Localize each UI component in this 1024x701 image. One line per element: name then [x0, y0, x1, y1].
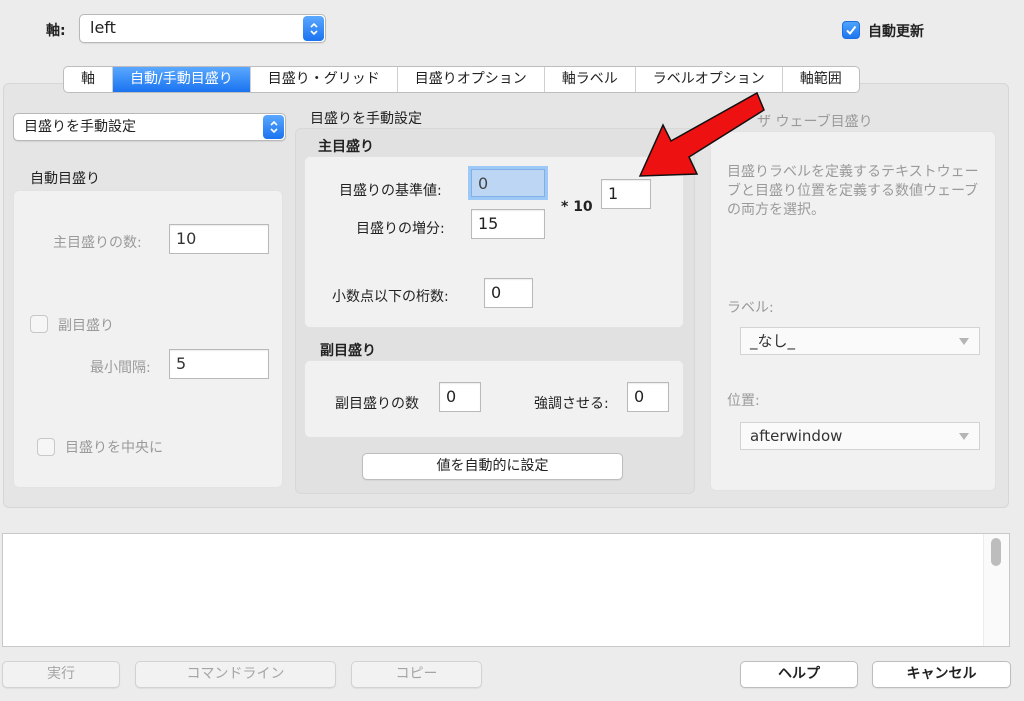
tick-increment-label: 目盛りの増分:: [356, 221, 445, 237]
minor-ticks-checkbox[interactable]: [30, 315, 48, 333]
tick-mode-select[interactable]: 目盛りを手動設定: [13, 113, 286, 141]
axis-select[interactable]: left: [79, 14, 326, 43]
wave-position-select[interactable]: afterwindow: [740, 422, 980, 450]
tab-axis[interactable]: 軸: [64, 67, 113, 92]
auto-update-label: 自動更新: [868, 24, 924, 40]
minor-count-input[interactable]: 0: [439, 382, 481, 412]
center-ticks-label: 目盛りを中央に: [65, 440, 163, 456]
wave-label-label: ラベル:: [727, 300, 774, 316]
command-textarea[interactable]: [2, 533, 1010, 647]
minor-ticks-label: 副目盛り: [58, 318, 114, 334]
annotation-arrow-icon: [638, 91, 765, 177]
minor-ticks-group-label: 副目盛り: [320, 343, 376, 359]
major-ticks-group-label: 主目盛り: [318, 139, 374, 155]
wave-label-select[interactable]: _なし_: [740, 327, 980, 355]
exponent-prefix: * 10: [561, 199, 593, 215]
decimals-input[interactable]: 0: [484, 278, 533, 308]
stepper-icon: [303, 16, 324, 41]
manual-ticks-group-label: 目盛りを手動設定: [310, 111, 422, 127]
emphasize-label: 強調させる:: [534, 396, 609, 412]
min-interval-input[interactable]: 5: [169, 349, 269, 379]
checkmark-icon: [846, 25, 857, 36]
stepper-icon: [263, 115, 284, 139]
tick-increment-input[interactable]: 15: [471, 209, 545, 239]
tab-axis-label[interactable]: 軸ラベル: [545, 67, 636, 92]
tick-base-label: 目盛りの基準値:: [339, 183, 442, 199]
wave-position-value: afterwindow: [750, 427, 843, 445]
run-button[interactable]: 実行: [2, 661, 120, 688]
major-count-label: 主目盛りの数:: [53, 235, 142, 251]
dropdown-arrow-icon: [959, 433, 969, 440]
emphasize-input[interactable]: 0: [627, 382, 669, 412]
cancel-button[interactable]: キャンセル: [872, 661, 1011, 688]
copy-button[interactable]: コピー: [351, 661, 482, 688]
minor-count-label: 副目盛りの数: [335, 396, 419, 412]
dropdown-arrow-icon: [959, 338, 969, 345]
tab-axis-range[interactable]: 軸範囲: [783, 67, 859, 92]
axis-select-value: left: [90, 18, 116, 37]
wave-position-label: 位置:: [727, 393, 760, 409]
auto-set-values-button[interactable]: 値を自動的に設定: [362, 453, 623, 480]
help-button[interactable]: ヘルプ: [740, 661, 858, 688]
tab-tick-options[interactable]: 目盛りオプション: [398, 67, 545, 92]
center-ticks-checkbox[interactable]: [37, 438, 55, 456]
tab-ticks-grid[interactable]: 目盛り・グリッド: [251, 67, 398, 92]
auto-update-checkbox[interactable]: [842, 21, 860, 39]
scrollbar-track[interactable]: [983, 534, 1009, 646]
wave-label-value: _なし_: [750, 332, 796, 350]
tick-base-input[interactable]: 0: [471, 169, 545, 197]
axis-label: 軸:: [46, 23, 66, 39]
auto-ticks-group-label: 自動目盛り: [30, 171, 100, 187]
tick-mode-value: 目盛りを手動設定: [24, 119, 136, 135]
scrollbar-thumb[interactable]: [991, 538, 1001, 566]
command-line-button[interactable]: コマンドライン: [135, 661, 336, 688]
major-count-input[interactable]: 10: [169, 224, 269, 254]
min-interval-label: 最小間隔:: [90, 360, 151, 376]
tab-auto-manual-ticks[interactable]: 自動/手動目盛り: [113, 67, 251, 92]
decimals-label: 小数点以下の桁数:: [332, 289, 449, 305]
wave-ticks-group-label: ザ ウェーブ目盛り: [757, 114, 873, 130]
